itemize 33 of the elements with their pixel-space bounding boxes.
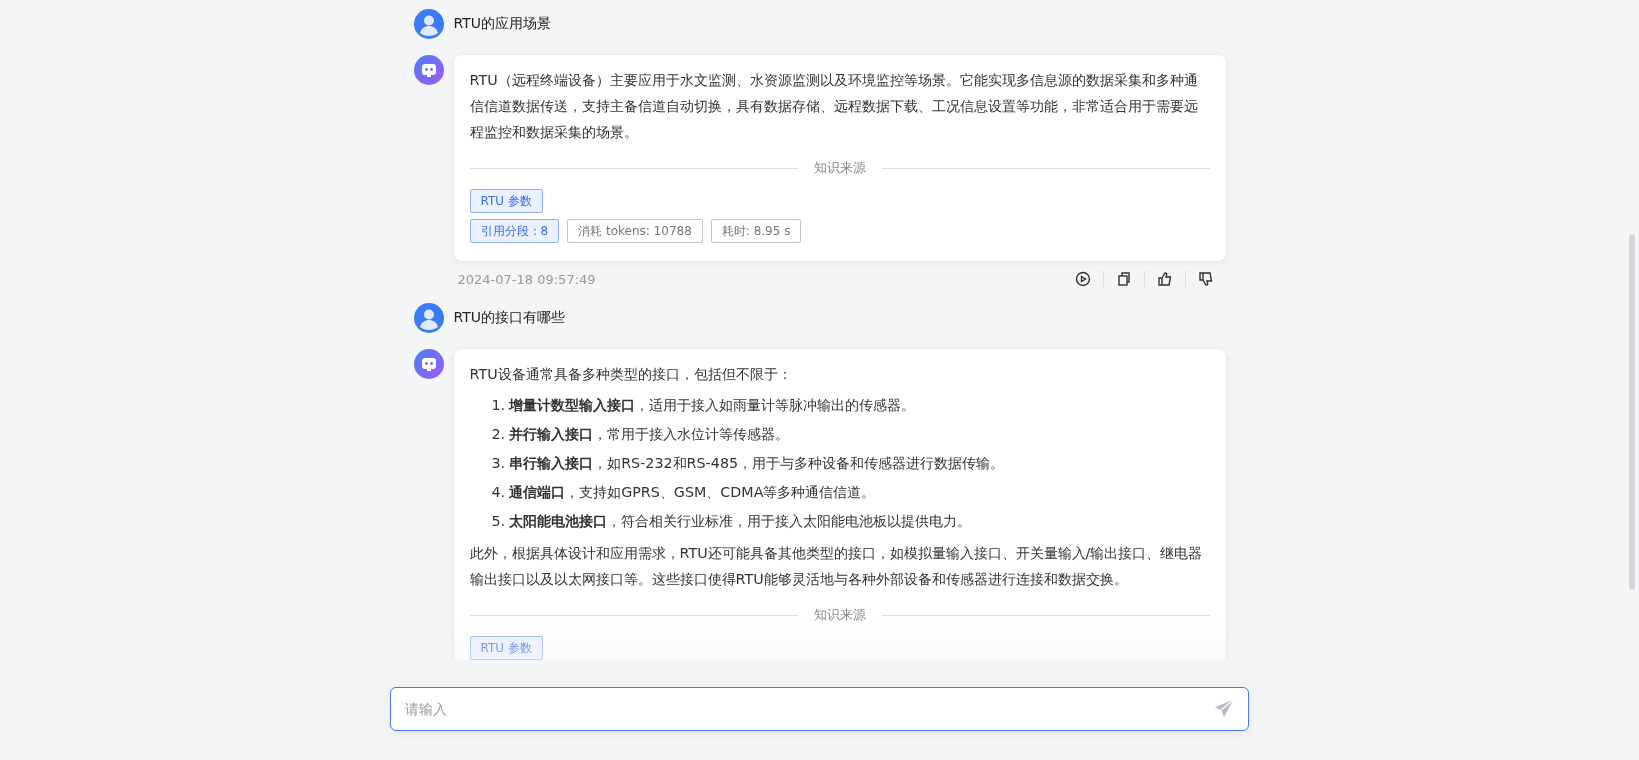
sources-divider-label: 知识来源 [813, 159, 866, 177]
list-number: 5. [491, 512, 506, 531]
stat-tag: 耗时: 8.95 s [710, 219, 802, 243]
source-tag[interactable]: RTU 参数 [469, 189, 543, 213]
play-icon [1074, 271, 1091, 287]
user-avatar-icon [413, 9, 444, 39]
chat-input-field[interactable]: 请输入 [390, 687, 1249, 731]
answer-paragraph: RTU（远程终端设备）主要应用于水文监测、水资源监测以及环境监控等场景。它能实现多信息源的数据采集和多种通信信道数据传送，支持主备信道自动切换，具有数据存储、远程数据下载、工况信息设置等功能，非常适合用于需要远程监控和数据采集的场景。 [469, 71, 1199, 142]
sources-divider-label: 知识来源 [813, 606, 866, 624]
user-avatar-icon [413, 303, 444, 333]
answer-paragraph: 此外，根据具体设计和应用需求，RTU还可能具备其他类型的接口，如模拟量输入接口、开关量输入/输出接口、继电器输出接口以及以太网接口等。这些接口使得RTU能够灵活地与各种外部设备和传感器进行连接和数据交换。 [469, 544, 1204, 589]
copy-icon [1115, 271, 1132, 287]
thumbs-up-icon [1156, 271, 1173, 287]
list-number: 3. [491, 454, 506, 473]
stat-tag[interactable]: 引用分段：8 [469, 219, 560, 243]
list-item: 太阳能电池接口，符合相关行业标准，用于接入太阳能电池板以提供电力。 [509, 512, 972, 531]
timestamp: 2024-07-18 09:57:49 [457, 271, 596, 287]
list-item: 通信端口，支持如GPRS、GSM、CDMA等多种通信信道。 [509, 483, 876, 502]
list-item: 并行输入接口，常用于接入水位计等传感器。 [509, 425, 790, 444]
user-question: RTU的应用场景 [453, 15, 551, 33]
list-item: 串行输入接口，如RS-232和RS-485，用于与多种设备和传感器进行数据传输。 [509, 454, 1005, 473]
answer-paragraph: RTU设备通常具备多种类型的接口，包括但不限于： [469, 365, 793, 384]
source-tag[interactable]: RTU 参数 [469, 636, 543, 660]
scrollbar-thumb[interactable] [1629, 234, 1635, 590]
thumbs-down-icon [1197, 271, 1214, 287]
list-item: 增量计数型输入接口，适用于接入如雨量计等脉冲输出的传感器。 [509, 396, 916, 415]
robot-avatar-icon [413, 55, 444, 85]
list-number: 1. [491, 396, 506, 415]
list-number: 2. [491, 425, 506, 444]
list-number: 4. [491, 483, 506, 502]
robot-avatar-icon [413, 349, 444, 379]
stat-tag: 消耗 tokens: 10788 [567, 219, 703, 243]
user-question: RTU的接口有哪些 [453, 309, 565, 327]
